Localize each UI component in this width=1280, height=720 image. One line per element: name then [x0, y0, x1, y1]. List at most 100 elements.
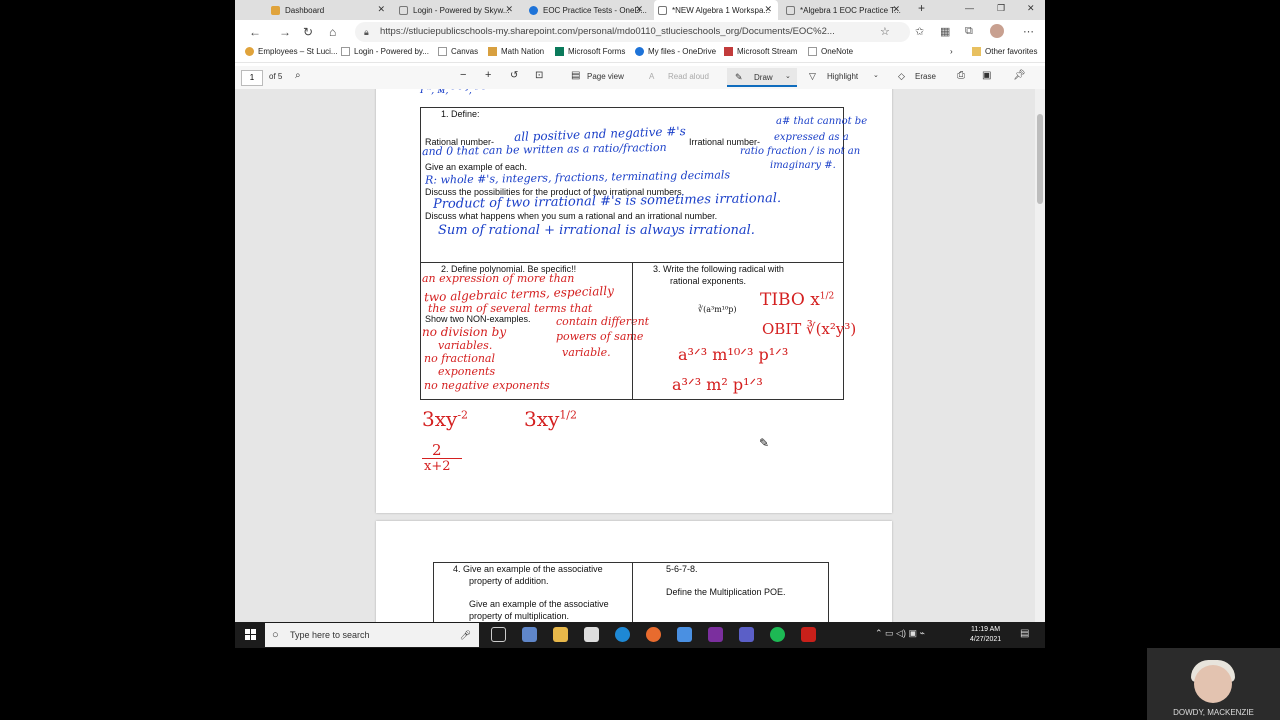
fit-page-icon[interactable]: ⊡ — [535, 70, 543, 81]
handwriting-sum: Sum of rational + irrational is always i… — [438, 223, 755, 238]
site-icon — [245, 47, 254, 56]
draw-button[interactable]: ✎ Draw ⌄ — [727, 68, 797, 87]
q4-line-1: 4. Give an example of the associative — [453, 564, 603, 574]
more-icon[interactable]: ⋯ — [1023, 25, 1034, 38]
close-icon[interactable]: ✕ — [764, 4, 772, 15]
favorite-item[interactable]: Microsoft Forms — [555, 47, 625, 56]
file-explorer-icon[interactable] — [553, 627, 568, 642]
q5-text: 5-6-7-8. — [666, 564, 698, 574]
pdf-page-1: I ⁿ, ᴍ, ˢ ᵒ ʸ, ˢ ᵒ 1. Define: Rational n… — [376, 89, 892, 513]
page-number-input[interactable]: 1 — [241, 70, 263, 86]
zoom-in-icon[interactable]: + — [485, 69, 491, 81]
save-icon[interactable]: ▣ — [982, 70, 991, 81]
url-field[interactable]: 🔒︎ https://stluciepublicschools-my.share… — [355, 22, 910, 42]
chevron-right-icon[interactable]: › — [950, 47, 953, 56]
url-text: https://stluciepublicschools-my.sharepoi… — [380, 26, 835, 37]
discuss-sum-text: Discuss what happens when you sum a rati… — [425, 211, 718, 221]
favorite-item[interactable]: Math Nation — [488, 47, 544, 56]
edge-icon[interactable] — [615, 627, 630, 642]
mail-icon[interactable] — [677, 627, 692, 642]
zoom-out-icon[interactable]: − — [460, 69, 466, 81]
profile-avatar[interactable] — [990, 24, 1004, 38]
minimize-button[interactable]: — — [965, 3, 974, 13]
handwriting-irrational-3: ratio fraction / is not an — [740, 146, 861, 157]
highlight-button[interactable]: Highlight — [827, 72, 858, 81]
pin-icon[interactable]: 📌︎ — [1013, 70, 1026, 81]
taskbar-search-input[interactable]: ○ Type here to search 🎤︎ — [265, 623, 479, 647]
favorite-label: Login - Powered by... — [354, 47, 430, 56]
system-tray-icons[interactable]: ⌃ ▭ ◁) ▣ ⌁ — [875, 628, 925, 639]
back-icon[interactable]: ← — [249, 25, 261, 39]
page-view-button[interactable]: Page view — [587, 72, 624, 81]
participant-face — [1194, 665, 1232, 703]
tab-eoc-practice[interactable]: EOC Practice Tests - OneD... ✕ — [525, 0, 649, 20]
handwriting-non-4: exponents — [438, 365, 496, 378]
home-icon[interactable]: ⌂ — [329, 25, 336, 39]
tab-algebra-workspace[interactable]: *NEW Algebra 1 Workspa... ✕ — [654, 0, 778, 20]
favorite-item[interactable]: My files - OneDrive — [635, 47, 716, 56]
rotate-icon[interactable]: ↺ — [510, 70, 518, 81]
favorite-label: OneNote — [821, 47, 854, 56]
show-non-examples-text: Show two NON-examples. — [425, 314, 531, 324]
task-view-icon[interactable] — [491, 627, 506, 642]
extensions-icon[interactable]: ⧉ — [965, 25, 973, 38]
favorite-star-icon[interactable]: ☆ — [880, 25, 890, 38]
handwriting-example-3-denominator: x+2 — [424, 459, 451, 474]
cut-off-handwriting: I ⁿ, ᴍ, ˢ ᵒ ʸ, ˢ ᵒ — [420, 89, 486, 96]
page-view-icon: ▤ — [571, 70, 581, 81]
handwriting-poly-1: an expression of more than — [422, 272, 575, 285]
close-icon[interactable]: ✕ — [892, 4, 900, 15]
new-tab-button[interactable]: + — [918, 1, 925, 15]
read-aloud-button[interactable]: Read aloud — [668, 72, 709, 81]
notifications-icon[interactable]: ▤ — [1020, 628, 1029, 639]
print-icon[interactable]: ⎙ — [957, 70, 965, 81]
lock-icon: 🔒︎ — [364, 27, 369, 37]
close-icon[interactable]: ✕ — [505, 4, 513, 15]
favorites-icon[interactable]: ✩ — [915, 25, 924, 38]
favorite-item[interactable]: Employees – St Luci... — [245, 47, 338, 56]
handwriting-poly-3: the sum of several terms that — [428, 302, 593, 315]
chevron-down-icon[interactable]: ⌄ — [785, 72, 791, 80]
firefox-icon[interactable] — [646, 627, 661, 642]
spotify-icon[interactable] — [770, 627, 785, 642]
tab-login[interactable]: Login - Powered by Skyw... ✕ — [395, 0, 519, 20]
refresh-icon[interactable]: ↻ — [303, 25, 313, 39]
tab-dashboard[interactable]: Dashboard ✕ — [267, 0, 391, 20]
windows-start-icon[interactable] — [245, 629, 256, 640]
taskbar-clock[interactable]: 11:19 AM 4/27/2021 — [970, 625, 1001, 645]
restore-button[interactable]: ❐ — [997, 3, 1005, 14]
onenote-icon[interactable] — [708, 627, 723, 642]
site-icon — [438, 47, 447, 56]
acrobat-icon[interactable] — [801, 627, 816, 642]
close-icon[interactable]: ✕ — [377, 4, 385, 15]
chevron-down-icon[interactable]: ⌄ — [873, 71, 879, 79]
document-scrollbar[interactable] — [1035, 89, 1045, 622]
favorite-item[interactable]: Login - Powered by... — [341, 47, 429, 56]
close-icon[interactable]: ✕ — [635, 4, 643, 15]
close-window-button[interactable]: ✕ — [1027, 3, 1035, 14]
site-icon — [555, 47, 564, 56]
tab-algebra-eoc[interactable]: *Algebra 1 EOC Practice T... ✕ — [782, 0, 906, 20]
q3-line-2: rational exponents. — [670, 276, 747, 286]
eraser-icon: ◇ — [898, 71, 905, 81]
favorite-item[interactable]: Microsoft Stream — [724, 47, 797, 56]
favorite-label: Employees – St Luci... — [258, 47, 338, 56]
favorite-item[interactable]: Canvas — [438, 47, 478, 56]
microphone-icon[interactable]: 🎤︎ — [460, 623, 471, 647]
participant-name: DOWDY, MACKENZIE — [1173, 708, 1254, 717]
store-icon[interactable] — [584, 627, 599, 642]
handwriting-non-3: no fractional — [424, 352, 495, 365]
collections-icon[interactable]: ▦ — [940, 25, 950, 38]
scrollbar-thumb[interactable] — [1037, 114, 1043, 204]
q4-line-2: property of addition. — [469, 576, 549, 586]
windows-app-icon[interactable] — [522, 627, 537, 642]
teams-icon[interactable] — [739, 627, 754, 642]
favorite-item[interactable]: OneNote — [808, 47, 853, 56]
search-icon[interactable]: ⌕ — [295, 70, 301, 81]
handwriting-irrational-1: a# that cannot be — [776, 116, 868, 127]
clock-date: 4/27/2021 — [970, 636, 1002, 643]
erase-button[interactable]: Erase — [915, 72, 936, 81]
forward-icon[interactable]: → — [279, 25, 291, 39]
other-favorites[interactable]: Other favorites — [972, 47, 1037, 56]
document-viewer[interactable]: I ⁿ, ᴍ, ˢ ᵒ ʸ, ˢ ᵒ 1. Define: Rational n… — [235, 89, 1035, 622]
